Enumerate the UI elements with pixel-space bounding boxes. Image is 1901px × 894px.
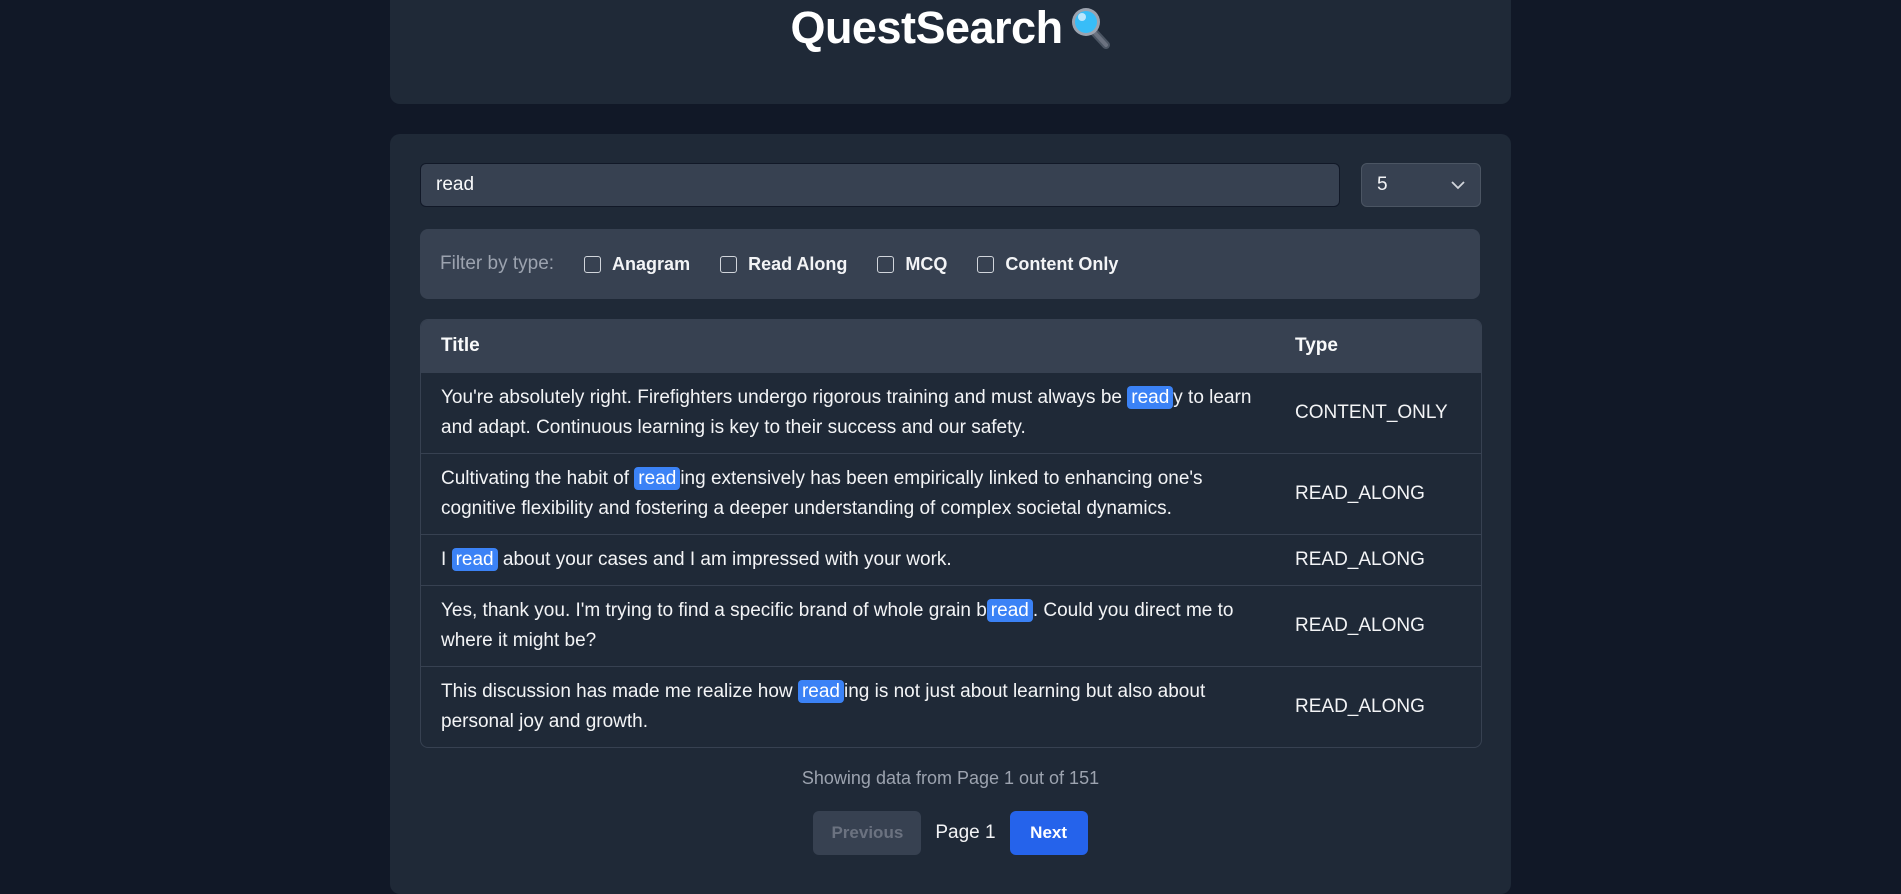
table-row[interactable]: You're absolutely right. Firefighters un… xyxy=(421,372,1481,453)
next-button[interactable]: Next xyxy=(1009,811,1088,855)
filter-read-along[interactable]: Read Along xyxy=(720,254,847,275)
app-title: QuestSearch xyxy=(390,2,1511,60)
read-along-checkbox[interactable] xyxy=(720,255,738,273)
filter-mcq[interactable]: MCQ xyxy=(877,254,947,275)
filter-anagram-label: Anagram xyxy=(612,253,691,274)
filter-content-only-label: Content Only xyxy=(1005,253,1119,274)
match-highlight: read xyxy=(986,599,1033,622)
column-header-title: Title xyxy=(441,335,480,356)
row-title: Cultivating the habit of read ing extensi… xyxy=(421,464,1295,524)
filter-anagram[interactable]: Anagram xyxy=(584,254,690,275)
filter-content-only[interactable]: Content Only xyxy=(977,254,1118,275)
row-title: This discussion has made me realize how … xyxy=(421,677,1295,737)
column-header-type: Type xyxy=(1295,335,1338,356)
filter-mcq-label: MCQ xyxy=(905,253,948,274)
row-type: READ_ALONG xyxy=(1295,483,1425,504)
search-card: 5 Filter by type: Anagram Read Along MCQ… xyxy=(390,134,1511,894)
row-type: READ_ALONG xyxy=(1295,615,1425,636)
title-text: I xyxy=(441,549,452,570)
search-input[interactable] xyxy=(420,163,1340,207)
row-type: READ_ALONG xyxy=(1295,549,1425,570)
filter-bar: Filter by type: Anagram Read Along MCQ C… xyxy=(420,229,1480,299)
row-type: READ_ALONG xyxy=(1295,696,1425,717)
title-text: This discussion has made me realize how xyxy=(441,681,798,702)
previous-button[interactable]: Previous xyxy=(813,811,922,855)
per-page-select[interactable]: 5 xyxy=(1361,163,1481,207)
title-text: Cultivating the habit of xyxy=(441,468,635,489)
filter-label: Filter by type: xyxy=(440,253,555,274)
table-row[interactable]: Yes, thank you. I'm trying to find a spe… xyxy=(421,585,1481,666)
table-row[interactable]: Cultivating the habit of read ing extensi… xyxy=(421,453,1481,534)
content-only-checkbox[interactable] xyxy=(977,255,995,273)
pagination: Previous Page 1 Next xyxy=(390,811,1511,855)
results-table: Title Type You're absolutely right. Fire… xyxy=(420,319,1482,748)
table-row[interactable]: This discussion has made me realize how … xyxy=(421,666,1481,747)
table-row[interactable]: I read about your cases and I am impress… xyxy=(421,534,1481,585)
per-page-value: 5 xyxy=(1377,174,1388,195)
pagination-status: Showing data from Page 1 out of 151 xyxy=(801,768,1100,788)
mcq-checkbox[interactable] xyxy=(877,255,895,273)
magnifying-glass-icon xyxy=(1069,5,1111,60)
header-card: QuestSearch xyxy=(390,0,1511,104)
match-highlight: read xyxy=(634,467,681,490)
match-highlight: read xyxy=(797,680,844,703)
table-header: Title Type xyxy=(421,320,1481,372)
app-title-text: QuestSearch xyxy=(790,2,1063,53)
title-text: You're absolutely right. Firefighters un… xyxy=(441,387,1128,408)
row-type: CONTENT_ONLY xyxy=(1295,402,1448,423)
current-page-label: Page 1 xyxy=(935,822,996,843)
row-title: You're absolutely right. Firefighters un… xyxy=(421,383,1295,443)
chevron-down-icon xyxy=(1451,174,1465,196)
anagram-checkbox[interactable] xyxy=(584,255,602,273)
title-text: about your cases and I am impressed with… xyxy=(497,549,952,570)
title-text: Yes, thank you. I'm trying to find a spe… xyxy=(441,600,987,621)
row-title: I read about your cases and I am impress… xyxy=(421,545,1295,575)
match-highlight: read xyxy=(451,548,498,571)
match-highlight: read xyxy=(1127,386,1174,409)
row-title: Yes, thank you. I'm trying to find a spe… xyxy=(421,596,1295,656)
filter-read-along-label: Read Along xyxy=(748,253,848,274)
